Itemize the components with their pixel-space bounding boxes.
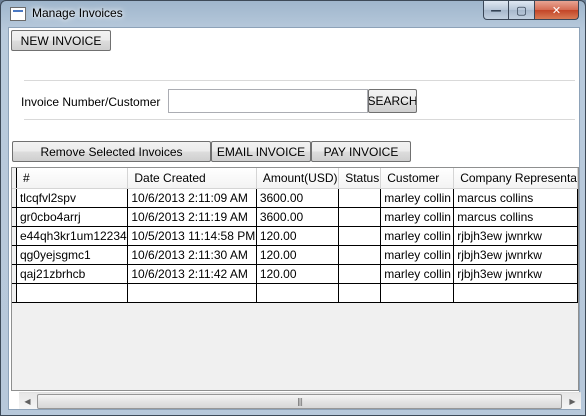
cell-amount[interactable]: 3600.00: [256, 188, 340, 208]
cell-date-created[interactable]: 10/6/2013 2:11:19 AM: [127, 207, 257, 227]
cell-status[interactable]: [338, 264, 382, 284]
cell-invoice-number[interactable]: e44qh3kr1um12234: [16, 226, 129, 246]
cell-status[interactable]: [338, 226, 382, 246]
cell-company-representative[interactable]: [453, 283, 578, 303]
cell-status[interactable]: [338, 207, 382, 227]
cell-status[interactable]: [338, 283, 382, 303]
remove-selected-invoices-button[interactable]: Remove Selected Invoices: [12, 141, 211, 162]
column-header-amount[interactable]: Amount(USD): [256, 168, 340, 189]
cell-date-created[interactable]: 10/6/2013 2:11:09 AM: [127, 188, 257, 208]
minimize-button[interactable]: —: [483, 1, 509, 20]
cell-company-representative[interactable]: rjbjh3ew jwnrkw: [453, 264, 578, 284]
pay-invoice-button[interactable]: PAY INVOICE: [311, 141, 411, 162]
table-row[interactable]: tlcqfvl2spv 10/6/2013 2:11:09 AM 3600.00…: [12, 188, 578, 208]
cell-company-representative[interactable]: marcus collins: [453, 207, 578, 227]
scroll-right-arrow-icon[interactable]: ▶: [564, 393, 581, 410]
cell-company-representative[interactable]: rjbjh3ew jwnrkw: [453, 226, 578, 246]
column-header-number[interactable]: #: [16, 168, 129, 189]
cell-customer[interactable]: marley collin: [380, 207, 455, 227]
close-button[interactable]: ✕: [535, 1, 579, 20]
scrollbar-thumb[interactable]: |||: [37, 394, 562, 409]
horizontal-scrollbar[interactable]: ◀ ||| ▶: [19, 392, 581, 409]
cell-amount[interactable]: 120.00: [256, 226, 340, 246]
cell-customer[interactable]: marley collin: [380, 245, 455, 265]
cell-customer[interactable]: marley collin: [380, 226, 455, 246]
main-window: Manage Invoices — ▢ ✕ NEW INVOICE Invoic…: [0, 0, 586, 416]
cell-invoice-number[interactable]: qg0yejsgmc1: [16, 245, 129, 265]
cell-amount[interactable]: 120.00: [256, 245, 340, 265]
cell-company-representative[interactable]: marcus collins: [453, 188, 578, 208]
cell-date-created[interactable]: 10/6/2013 2:11:42 AM: [127, 264, 257, 284]
cell-date-created[interactable]: 10/5/2013 11:14:58 PM: [127, 226, 257, 246]
email-invoice-button[interactable]: EMAIL INVOICE: [211, 141, 311, 162]
cell-invoice-number[interactable]: [16, 283, 129, 303]
window-title: Manage Invoices: [32, 6, 123, 20]
cell-invoice-number[interactable]: gr0cbo4arrj: [16, 207, 129, 227]
invoice-table: # Date Created Amount(USD) Status Custom…: [12, 168, 578, 303]
cell-invoice-number[interactable]: qaj21zbrhcb: [16, 264, 129, 284]
cell-amount[interactable]: 3600.00: [256, 207, 340, 227]
table-header-row: # Date Created Amount(USD) Status Custom…: [12, 168, 578, 189]
table-row[interactable]: e44qh3kr1um12234 10/5/2013 11:14:58 PM 1…: [12, 226, 578, 246]
cell-invoice-number[interactable]: tlcqfvl2spv: [16, 188, 129, 208]
cell-customer[interactable]: marley collin: [380, 264, 455, 284]
table-row[interactable]: qaj21zbrhcb 10/6/2013 2:11:42 AM 120.00 …: [12, 264, 578, 284]
title-bar[interactable]: Manage Invoices — ▢ ✕: [1, 1, 585, 27]
cell-date-created[interactable]: 10/6/2013 2:11:30 AM: [127, 245, 257, 265]
maximize-button[interactable]: ▢: [509, 1, 535, 20]
column-header-status[interactable]: Status: [338, 168, 382, 189]
cell-status[interactable]: [338, 245, 382, 265]
client-area: NEW INVOICE Invoice Number/Customer SEAR…: [8, 27, 581, 410]
cell-amount[interactable]: 120.00: [256, 264, 340, 284]
table-new-row[interactable]: [12, 283, 578, 303]
window-icon: [10, 7, 26, 21]
new-invoice-button[interactable]: NEW INVOICE: [11, 30, 111, 51]
column-header-company-representative[interactable]: Company Representa: [453, 168, 578, 189]
divider-top: [24, 80, 575, 81]
search-button[interactable]: SEARCH: [368, 89, 417, 113]
table-row[interactable]: gr0cbo4arrj 10/6/2013 2:11:19 AM 3600.00…: [12, 207, 578, 227]
caption-buttons: — ▢ ✕: [483, 1, 579, 20]
search-input[interactable]: [168, 89, 368, 113]
cell-status[interactable]: [338, 188, 382, 208]
cell-company-representative[interactable]: rjbjh3ew jwnrkw: [453, 245, 578, 265]
column-header-date-created[interactable]: Date Created: [127, 168, 257, 189]
search-label: Invoice Number/Customer: [21, 95, 161, 109]
table-row[interactable]: qg0yejsgmc1 10/6/2013 2:11:30 AM 120.00 …: [12, 245, 578, 265]
cell-amount[interactable]: [256, 283, 340, 303]
divider-bottom: [24, 119, 575, 120]
cell-date-created[interactable]: [127, 283, 257, 303]
scrollbar-grip-icon: |||: [296, 397, 303, 406]
column-header-customer[interactable]: Customer: [380, 168, 455, 189]
cell-customer[interactable]: marley collin: [380, 188, 455, 208]
scroll-left-arrow-icon[interactable]: ◀: [19, 393, 36, 410]
invoice-grid: # Date Created Amount(USD) Status Custom…: [11, 167, 579, 391]
cell-customer[interactable]: [380, 283, 455, 303]
